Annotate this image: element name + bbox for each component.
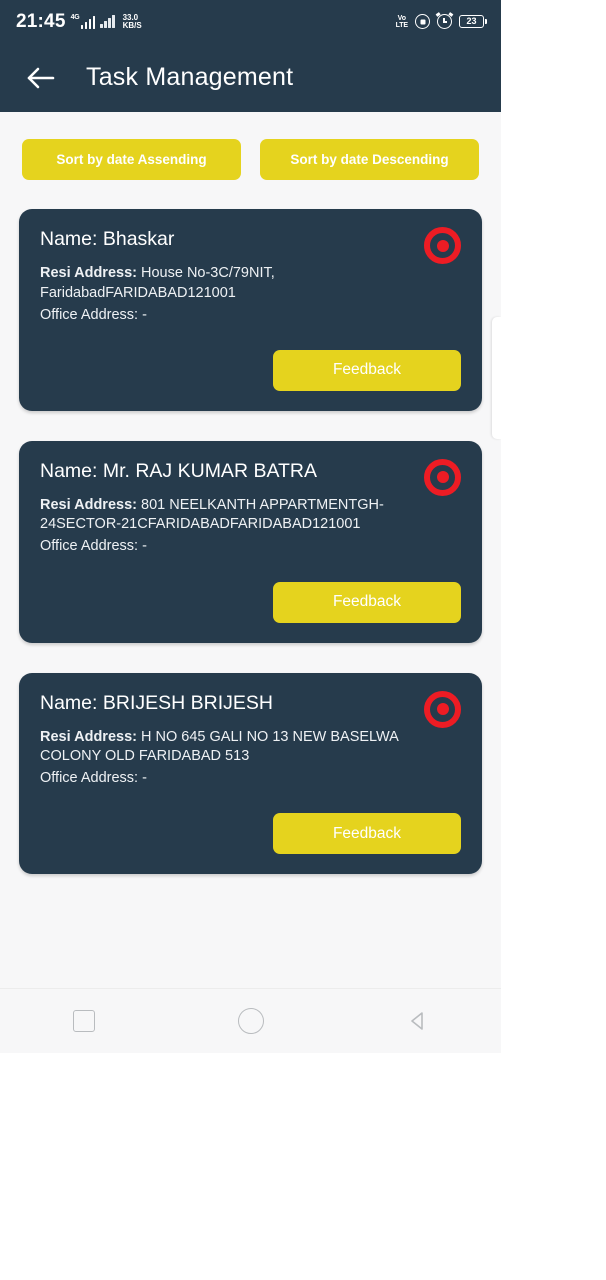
record-target-icon[interactable]	[424, 458, 461, 496]
signal-bars-icon-2	[100, 15, 115, 28]
square-recents-icon[interactable]	[54, 1001, 114, 1041]
task-name: Name: Mr. RAJ KUMAR BATRA	[40, 459, 318, 482]
signal-bars-icon-1	[80, 16, 96, 29]
status-bar-right: Vo LTE 23	[395, 12, 487, 29]
office-address-line: Office Address: -	[40, 770, 147, 787]
feedback-row: Feedback	[40, 813, 461, 855]
app-bar: Task Management	[0, 43, 501, 112]
alarm-icon	[435, 12, 454, 29]
resi-address-label: Resi Address:	[40, 497, 141, 514]
page-title: Task Management	[86, 63, 294, 91]
content-area: Sort by date Assending Sort by date Desc…	[0, 112, 501, 875]
resi-address-label: Resi Address:	[40, 265, 141, 282]
office-address-line: Office Address: -	[40, 538, 147, 555]
task-name: Name: BRIJESH BRIJESH	[40, 691, 273, 714]
phone-screen: 21:45 4G 33.0 KB/S Vo LTE 23 Task Manage…	[0, 0, 501, 1053]
sort-controls: Sort by date Assending Sort by date Desc…	[0, 139, 501, 180]
record-target-icon[interactable]	[424, 690, 461, 728]
back-arrow-icon[interactable]	[24, 61, 58, 95]
sort-descending-button[interactable]: Sort by date Descending	[260, 139, 479, 180]
data-speed-unit: KB/S	[122, 20, 142, 30]
task-card[interactable]: Name: Bhaskar Resi Address: House No-3C/…	[19, 209, 482, 411]
sort-ascending-button[interactable]: Sort by date Assending	[22, 139, 241, 180]
volte-icon: Vo LTE	[395, 14, 409, 29]
network-type-label: 4G	[70, 14, 80, 21]
feedback-row: Feedback	[40, 349, 461, 391]
battery-percent-label: 23	[459, 15, 484, 28]
resi-address-label: Resi Address:	[40, 728, 141, 745]
android-nav-bar	[0, 988, 501, 1053]
feedback-button[interactable]: Feedback	[273, 349, 461, 391]
feedback-button[interactable]: Feedback	[273, 581, 461, 623]
status-bar: 21:45 4G 33.0 KB/S Vo LTE 23	[0, 0, 501, 43]
status-clock: 21:45	[16, 11, 66, 32]
task-card[interactable]: Name: BRIJESH BRIJESH Resi Address: H NO…	[19, 672, 482, 875]
battery-icon: 23	[459, 15, 487, 28]
feedback-button[interactable]: Feedback	[273, 813, 461, 855]
battery-cap	[485, 19, 487, 24]
resi-address-line: Resi Address: House No-3C/79NIT, Faridab…	[40, 264, 461, 302]
resi-address-line: Resi Address: H NO 645 GALI NO 13 NEW BA…	[40, 728, 461, 766]
office-address-line: Office Address: -	[40, 306, 147, 323]
edge-panel-handle[interactable]	[492, 317, 501, 439]
resi-address-line: Resi Address: 801 NEELKANTH APPARTMENTGH…	[40, 496, 461, 534]
triangle-back-icon[interactable]	[388, 1001, 448, 1041]
lock-icon	[415, 14, 430, 29]
feedback-row: Feedback	[40, 581, 461, 623]
signal-group-2	[100, 15, 115, 28]
signal-group-1: 4G	[70, 14, 96, 29]
task-name: Name: Bhaskar	[40, 228, 175, 250]
task-card[interactable]: Name: Mr. RAJ KUMAR BATRA Resi Address: …	[19, 440, 482, 643]
record-target-icon[interactable]	[424, 227, 461, 264]
data-speed-indicator: 33.0 KB/S	[122, 13, 142, 30]
volte-line-2: LTE	[395, 21, 409, 29]
circle-home-icon[interactable]	[221, 1001, 281, 1041]
volte-line-1: Vo	[397, 14, 406, 22]
status-bar-left: 21:45 4G 33.0 KB/S	[16, 12, 142, 31]
